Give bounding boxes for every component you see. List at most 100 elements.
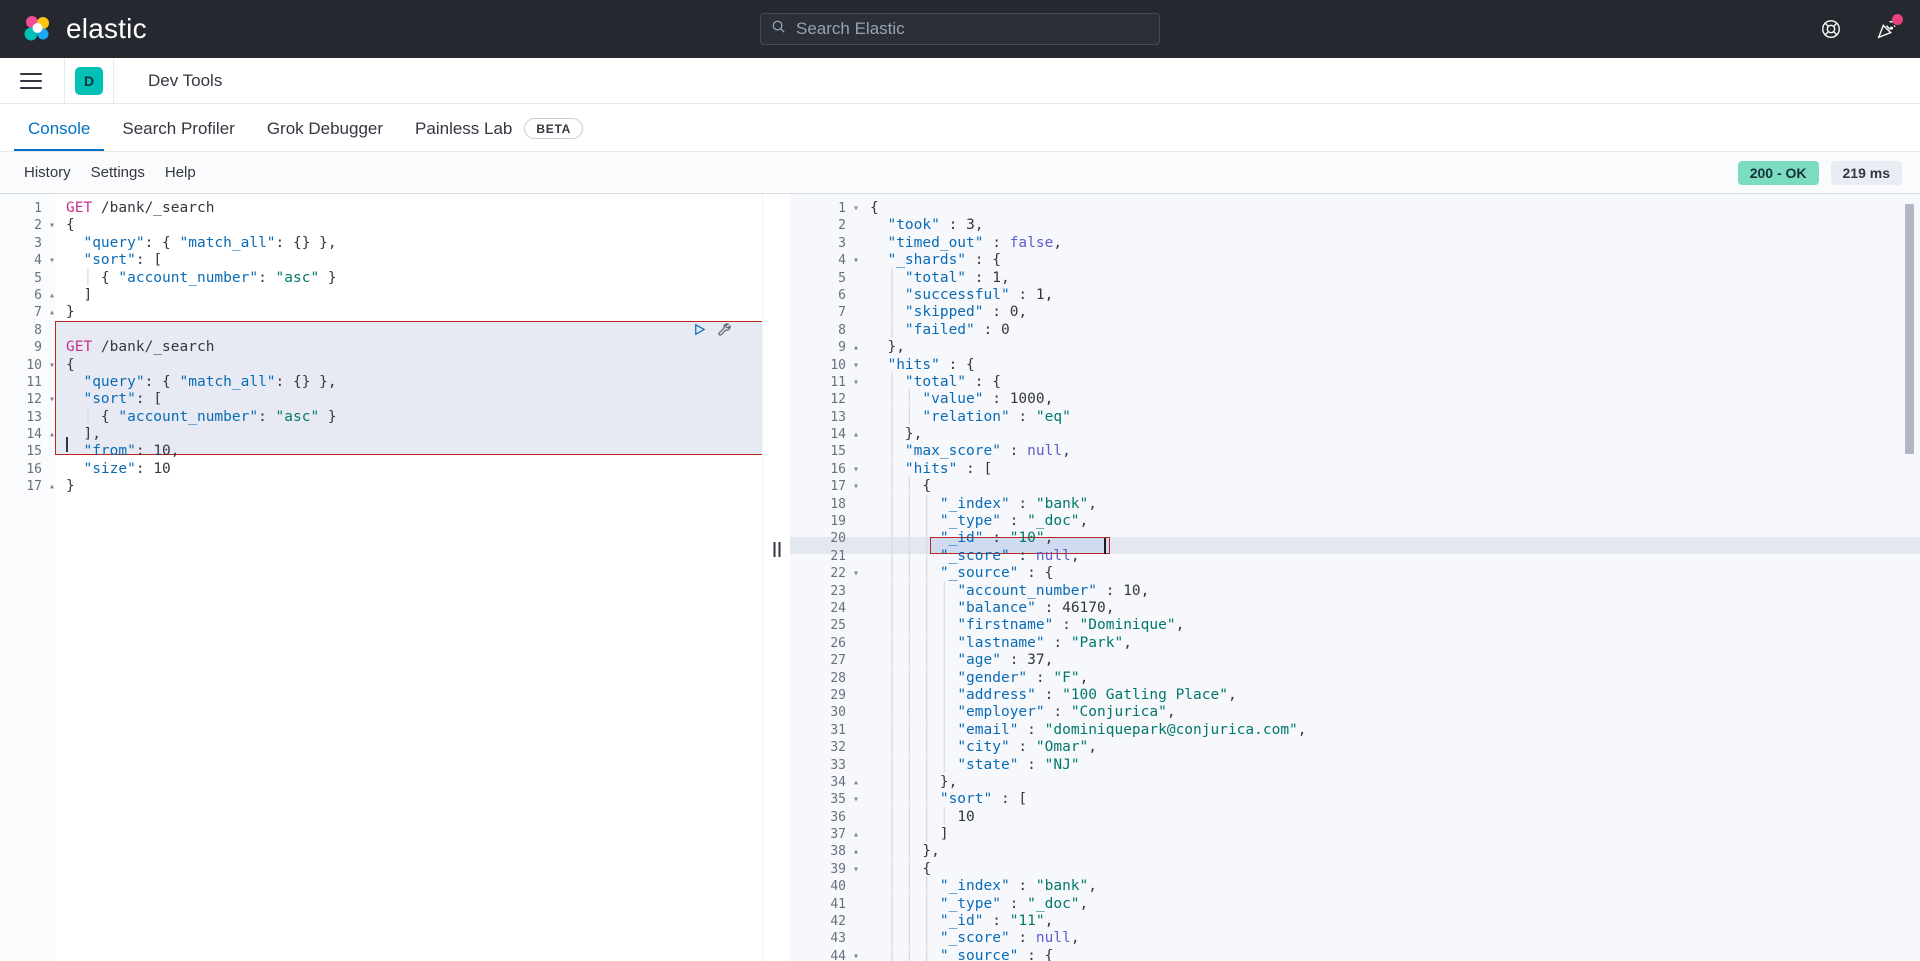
code-line[interactable]: 12▾ "sort": [	[0, 391, 762, 408]
code-line[interactable]: 19 │ │ │ "_type" : "_doc",	[790, 513, 1920, 530]
request-code[interactable]: 1GET /bank/_search2▾{3 "query": { "match…	[0, 194, 762, 496]
code-line[interactable]: 1▾{	[790, 200, 1920, 217]
splitter-grip-icon[interactable]	[773, 542, 780, 557]
fold-toggle-icon[interactable]: ▴	[46, 478, 58, 495]
fold-toggle-icon[interactable]: ▴	[46, 304, 58, 321]
code-line[interactable]: 20 │ │ │ "_id" : "10",	[790, 530, 1920, 547]
code-line[interactable]: 39▾ │ │ {	[790, 861, 1920, 878]
hamburger-menu-icon[interactable]	[8, 58, 54, 104]
code-line[interactable]: 4▾ "sort": [	[0, 252, 762, 269]
app-badge[interactable]: D	[75, 67, 103, 95]
fold-toggle-icon[interactable]: ▾	[850, 791, 862, 808]
response-editor[interactable]: 1▾{2 "took" : 3,3 "timed_out" : false,4▾…	[790, 194, 1920, 961]
code-line[interactable]: 35▾ │ │ │ "sort" : [	[790, 791, 1920, 808]
response-code[interactable]: 1▾{2 "took" : 3,3 "timed_out" : false,4▾…	[790, 194, 1920, 961]
request-editor[interactable]: 1GET /bank/_search2▾{3 "query": { "match…	[0, 194, 762, 961]
code-line[interactable]: 11▾ │ "total" : {	[790, 374, 1920, 391]
code-line[interactable]: 32 │ │ │ │ "city" : "Omar",	[790, 739, 1920, 756]
history-button[interactable]: History	[14, 164, 81, 181]
code-line[interactable]: 27 │ │ │ │ "age" : 37,	[790, 652, 1920, 669]
fold-toggle-icon[interactable]: ▴	[850, 339, 862, 356]
code-line[interactable]: 21 │ │ │ "_score" : null,	[790, 548, 1920, 565]
code-line[interactable]: 3 "query": { "match_all": {} },	[0, 235, 762, 252]
tab-painless-lab[interactable]: Painless Lab BETA	[399, 118, 599, 151]
code-line[interactable]: 26 │ │ │ │ "lastname" : "Park",	[790, 635, 1920, 652]
code-line[interactable]: 42 │ │ │ "_id" : "11",	[790, 913, 1920, 930]
code-line[interactable]: 33 │ │ │ │ "state" : "NJ"	[790, 757, 1920, 774]
fold-toggle-icon[interactable]: ▴	[850, 774, 862, 791]
fold-toggle-icon[interactable]: ▾	[850, 200, 862, 217]
code-line[interactable]: 23 │ │ │ │ "account_number" : 10,	[790, 583, 1920, 600]
fold-toggle-icon[interactable]: ▾	[46, 391, 58, 408]
code-line[interactable]: 12 │ │ "value" : 1000,	[790, 391, 1920, 408]
code-line[interactable]: 13 │ { "account_number": "asc" }	[0, 409, 762, 426]
fold-toggle-icon[interactable]: ▾	[850, 357, 862, 374]
code-line[interactable]: 1GET /bank/_search	[0, 200, 762, 217]
code-line[interactable]: 30 │ │ │ │ "employer" : "Conjurica",	[790, 704, 1920, 721]
code-line[interactable]: 38▴ │ │ },	[790, 843, 1920, 860]
fold-toggle-icon[interactable]: ▴	[46, 287, 58, 304]
code-line[interactable]: 31 │ │ │ │ "email" : "dominiquepark@conj…	[790, 722, 1920, 739]
fold-toggle-icon[interactable]: ▾	[850, 948, 862, 961]
fold-toggle-icon[interactable]: ▴	[850, 826, 862, 843]
code-line[interactable]: 2 "took" : 3,	[790, 217, 1920, 234]
fold-toggle-icon[interactable]: ▾	[46, 357, 58, 374]
code-line[interactable]: 16▾ │ "hits" : [	[790, 461, 1920, 478]
fold-toggle-icon[interactable]: ▾	[46, 217, 58, 234]
code-line[interactable]: 14▴ ],	[0, 426, 762, 443]
code-line[interactable]: 34▴ │ │ │ },	[790, 774, 1920, 791]
code-line[interactable]: 29 │ │ │ │ "address" : "100 Gatling Plac…	[790, 687, 1920, 704]
party-popper-announcements-icon[interactable]	[1872, 14, 1902, 44]
code-line[interactable]: 6▴ ]	[0, 287, 762, 304]
play-triangle-icon[interactable]	[692, 322, 707, 342]
wrench-icon[interactable]	[717, 322, 732, 342]
code-line[interactable]: 44▾ │ │ │ "_source" : {	[790, 948, 1920, 961]
code-line[interactable]: 7 │ "skipped" : 0,	[790, 304, 1920, 321]
code-line[interactable]: 6 │ "successful" : 1,	[790, 287, 1920, 304]
global-search-input[interactable]: Search Elastic	[760, 13, 1160, 45]
code-line[interactable]: 40 │ │ │ "_index" : "bank",	[790, 878, 1920, 895]
code-line[interactable]: 14▴ │ },	[790, 426, 1920, 443]
settings-button[interactable]: Settings	[81, 164, 155, 181]
code-line[interactable]: 15 │ "max_score" : null,	[790, 443, 1920, 460]
code-line[interactable]: 4▾ "_shards" : {	[790, 252, 1920, 269]
code-line[interactable]: 3 "timed_out" : false,	[790, 235, 1920, 252]
fold-toggle-icon[interactable]: ▾	[850, 252, 862, 269]
fold-toggle-icon[interactable]: ▾	[850, 861, 862, 878]
code-line[interactable]: 5 │ "total" : 1,	[790, 270, 1920, 287]
code-line[interactable]: 18 │ │ │ "_index" : "bank",	[790, 496, 1920, 513]
code-line[interactable]: 7▴}	[0, 304, 762, 321]
code-line[interactable]: 8 │ "failed" : 0	[790, 322, 1920, 339]
help-button[interactable]: Help	[155, 164, 206, 181]
code-line[interactable]: 10▾{	[0, 357, 762, 374]
code-line[interactable]: 10▾ "hits" : {	[790, 357, 1920, 374]
code-line[interactable]: 41 │ │ │ "_type" : "_doc",	[790, 896, 1920, 913]
code-line[interactable]: 43 │ │ │ "_score" : null,	[790, 930, 1920, 947]
code-line[interactable]: 5 │ { "account_number": "asc" }	[0, 270, 762, 287]
fold-toggle-icon[interactable]: ▴	[46, 426, 58, 443]
code-line[interactable]: 17▾ │ │ {	[790, 478, 1920, 495]
code-line[interactable]: 8	[0, 322, 762, 339]
fold-toggle-icon[interactable]: ▾	[46, 252, 58, 269]
tab-grok-debugger[interactable]: Grok Debugger	[251, 119, 399, 151]
tab-console[interactable]: Console	[12, 119, 106, 151]
code-line[interactable]: 11 "query": { "match_all": {} },	[0, 374, 762, 391]
code-line[interactable]: 25 │ │ │ │ "firstname" : "Dominique",	[790, 617, 1920, 634]
code-line[interactable]: 28 │ │ │ │ "gender" : "F",	[790, 670, 1920, 687]
fold-toggle-icon[interactable]: ▴	[850, 843, 862, 860]
pane-splitter[interactable]	[762, 194, 790, 961]
code-line[interactable]: 24 │ │ │ │ "balance" : 46170,	[790, 600, 1920, 617]
fold-toggle-icon[interactable]: ▾	[850, 565, 862, 582]
fold-toggle-icon[interactable]: ▴	[850, 426, 862, 443]
code-line[interactable]: 13 │ │ "relation" : "eq"	[790, 409, 1920, 426]
tab-search-profiler[interactable]: Search Profiler	[106, 119, 250, 151]
code-line[interactable]: 9▴ },	[790, 339, 1920, 356]
code-line[interactable]: 16 "size": 10	[0, 461, 762, 478]
fold-toggle-icon[interactable]: ▾	[850, 461, 862, 478]
code-line[interactable]: 15 "from": 10,	[0, 443, 762, 460]
code-line[interactable]: 37▴ │ │ │ ]	[790, 826, 1920, 843]
code-line[interactable]: 9GET /bank/_search	[0, 339, 762, 356]
fold-toggle-icon[interactable]: ▾	[850, 478, 862, 495]
fold-toggle-icon[interactable]: ▾	[850, 374, 862, 391]
code-line[interactable]: 2▾{	[0, 217, 762, 234]
